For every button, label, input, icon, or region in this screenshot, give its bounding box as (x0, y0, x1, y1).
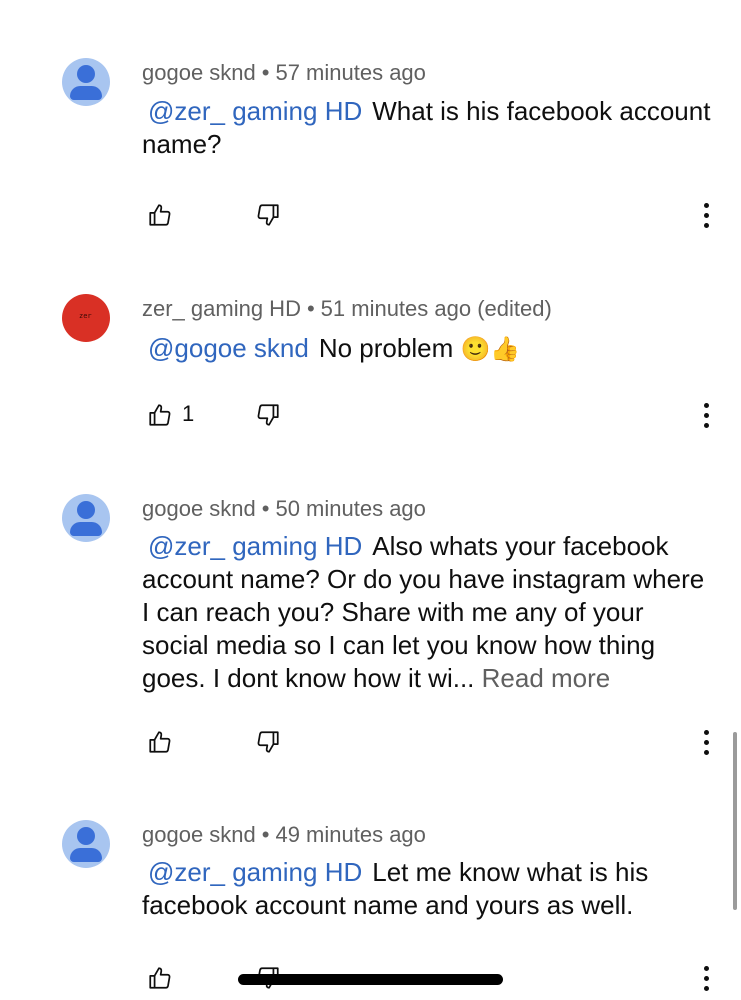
avatar-mark: zer (79, 312, 92, 320)
comment-actions (142, 727, 732, 757)
meta-separator: • (261, 496, 270, 521)
comment-actions (142, 200, 732, 230)
comment-body: No problem (318, 333, 454, 363)
comment-meta: zer_ gaming HD • 51 minutes ago (edited) (142, 296, 552, 322)
like-button[interactable] (144, 963, 176, 993)
scrollbar[interactable] (733, 732, 737, 910)
comment-meta: gogoe sknd • 49 minutes ago (142, 822, 426, 848)
like-button[interactable] (144, 200, 176, 230)
comment-time: 57 minutes ago (275, 60, 426, 85)
mention-link[interactable]: @zer_ gaming HD (148, 857, 362, 887)
more-vertical-icon (703, 965, 709, 971)
comment-text: @gogoe sknd No problem 🙂👍 (142, 332, 717, 366)
dislike-button[interactable] (252, 200, 284, 230)
thumbs-up-icon (149, 967, 171, 989)
like-button[interactable] (144, 400, 176, 430)
more-vertical-icon (703, 402, 709, 408)
thumbs-down-icon (257, 731, 279, 753)
user-avatar[interactable] (62, 494, 110, 542)
comment-author[interactable]: gogoe sknd (142, 60, 256, 85)
comment-actions: 1 (142, 400, 732, 430)
thumbs-down-icon (257, 404, 279, 426)
thumbs-down-icon (257, 204, 279, 226)
user-avatar[interactable] (62, 58, 110, 106)
dislike-button[interactable] (252, 727, 284, 757)
mention-link[interactable]: @zer_ gaming HD (148, 531, 362, 561)
comment-text: @zer_ gaming HD Let me know what is his f… (142, 856, 717, 922)
like-count: 1 (182, 401, 195, 426)
channel-avatar[interactable]: zer (62, 294, 110, 342)
mention-link[interactable]: @gogoe sknd (148, 333, 309, 363)
comment-meta: gogoe sknd • 50 minutes ago (142, 496, 426, 522)
more-vertical-icon (703, 202, 709, 208)
meta-separator: • (261, 822, 270, 847)
more-options-button[interactable] (694, 725, 718, 759)
comment-time: 51 minutes ago (edited) (320, 296, 552, 321)
more-options-button[interactable] (694, 398, 718, 432)
more-options-button[interactable] (694, 961, 718, 995)
comment-text: @zer_ gaming HD Also whats your facebook … (142, 530, 717, 695)
home-indicator[interactable] (238, 974, 503, 985)
comment-author[interactable]: gogoe sknd (142, 496, 256, 521)
comment-meta: gogoe sknd • 57 minutes ago (142, 60, 426, 86)
comment-author[interactable]: zer_ gaming HD (142, 296, 301, 321)
thumbs-up-icon (149, 731, 171, 753)
more-options-button[interactable] (694, 198, 718, 232)
emoji-reaction: 🙂👍 (460, 336, 521, 363)
meta-separator: • (261, 60, 270, 85)
thumbs-up-icon (149, 404, 171, 426)
user-avatar[interactable] (62, 820, 110, 868)
more-vertical-icon (703, 729, 709, 735)
comment-time: 50 minutes ago (275, 496, 426, 521)
read-more-link[interactable]: Read more (482, 663, 611, 693)
comment-time: 49 minutes ago (275, 822, 426, 847)
comment-text: @zer_ gaming HD What is his facebook acco… (142, 95, 717, 161)
thumbs-up-icon (149, 204, 171, 226)
mention-link[interactable]: @zer_ gaming HD (148, 96, 362, 126)
meta-separator: • (306, 296, 315, 321)
dislike-button[interactable] (252, 400, 284, 430)
like-button[interactable] (144, 727, 176, 757)
comment-author[interactable]: gogoe sknd (142, 822, 256, 847)
